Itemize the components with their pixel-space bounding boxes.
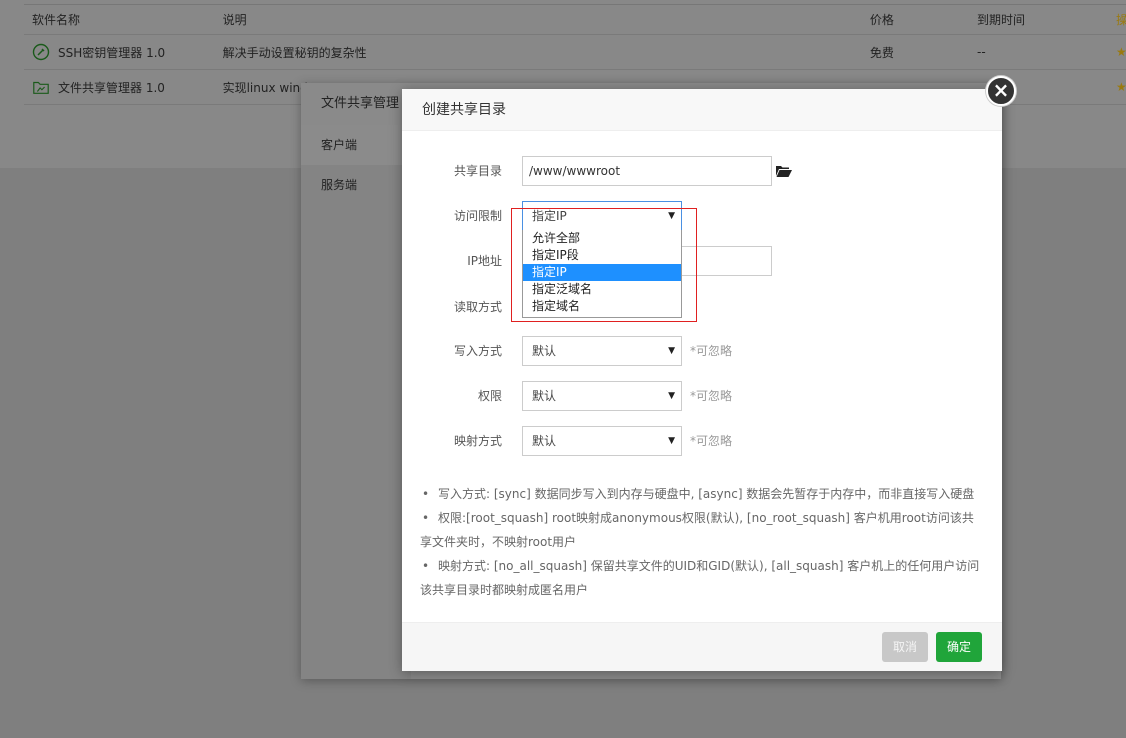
software-price: 免费 xyxy=(869,45,894,60)
access-row: 访问限制 指定IP ▼ xyxy=(402,201,1002,231)
create-share-dialog: 创建共享目录 × 共享目录 /www/wwwroot 访问限制 指定IP ▼ I… xyxy=(402,76,1016,671)
map-label: 映射方式 xyxy=(453,434,502,448)
outer-dialog-title: 文件共享管理 xyxy=(321,96,400,111)
chevron-down-icon: ▼ xyxy=(668,346,675,356)
software-expire: -- xyxy=(977,45,986,59)
read-label: 读取方式 xyxy=(453,300,502,314)
ip-label: IP地址 xyxy=(467,254,502,268)
share-dir-label: 共享目录 xyxy=(453,164,502,178)
chevron-down-icon: ▼ xyxy=(668,436,675,446)
perm-hint: *可忽略 xyxy=(690,389,733,403)
table-header: 软件名称 说明 价格 到期时间 操 xyxy=(24,5,1126,35)
outer-sidebar: 客户端 服务端 xyxy=(301,125,411,679)
notes-list: 写入方式: [sync] 数据同步写入到内存与硬盘中, [async] 数据会先… xyxy=(420,482,980,602)
confirm-button[interactable]: 确定 xyxy=(936,632,983,662)
header-price: 价格 xyxy=(869,13,894,27)
ssh-key-icon xyxy=(32,43,50,61)
file-share-icon xyxy=(32,78,50,96)
header-desc: 说明 xyxy=(222,13,247,27)
write-value: 默认 xyxy=(532,344,557,358)
header-expire: 到期时间 xyxy=(977,13,1026,27)
folder-open-icon[interactable] xyxy=(776,164,792,178)
share-dir-row: 共享目录 /www/wwwroot xyxy=(402,156,1002,186)
sidebar-item-server[interactable]: 服务端 xyxy=(301,165,411,205)
software-desc: 解决手动设置秘钥的复杂性 xyxy=(222,45,367,60)
dialog-title: 创建共享目录 xyxy=(402,89,1002,131)
highlight-box xyxy=(511,208,697,322)
perm-row: 权限 默认 ▼ *可忽略 xyxy=(402,381,1002,411)
write-hint: *可忽略 xyxy=(690,344,733,358)
header-name: 软件名称 xyxy=(32,13,81,27)
star-icon[interactable]: ★ xyxy=(1116,45,1126,59)
share-dir-input[interactable]: /www/wwwroot xyxy=(522,156,772,186)
close-icon[interactable]: × xyxy=(986,76,1016,106)
perm-select[interactable]: 默认 ▼ xyxy=(522,381,682,411)
write-row: 写入方式 默认 ▼ *可忽略 xyxy=(402,336,1002,366)
access-label: 访问限制 xyxy=(453,209,502,223)
ip-row: IP地址 xyxy=(402,246,1002,276)
cancel-button[interactable]: 取消 xyxy=(882,632,929,662)
read-row: 读取方式 xyxy=(402,292,1002,322)
map-hint: *可忽略 xyxy=(690,434,733,448)
note-item: 写入方式: [sync] 数据同步写入到内存与硬盘中, [async] 数据会先… xyxy=(420,482,980,506)
software-name[interactable]: 文件共享管理器 1.0 xyxy=(58,79,165,96)
note-item: 映射方式: [no_all_squash] 保留共享文件的UID和GID(默认)… xyxy=(420,554,980,602)
map-row: 映射方式 默认 ▼ *可忽略 xyxy=(402,426,1002,456)
software-name[interactable]: SSH密钥管理器 1.0 xyxy=(58,44,165,61)
sidebar-item-client[interactable]: 客户端 xyxy=(301,125,411,165)
table-row: SSH密钥管理器 1.0 解决手动设置秘钥的复杂性 免费 -- ★ xyxy=(24,35,1126,70)
chevron-down-icon: ▼ xyxy=(668,391,675,401)
map-value: 默认 xyxy=(532,434,557,448)
star-icon[interactable]: ★ xyxy=(1116,80,1126,94)
dialog-footer: 取消 确定 xyxy=(402,622,1002,671)
perm-value: 默认 xyxy=(532,389,557,403)
map-select[interactable]: 默认 ▼ xyxy=(522,426,682,456)
perm-label: 权限 xyxy=(477,389,502,403)
write-select[interactable]: 默认 ▼ xyxy=(522,336,682,366)
write-label: 写入方式 xyxy=(453,344,502,358)
note-item: 权限:[root_squash] root映射成anonymous权限(默认),… xyxy=(420,506,980,554)
header-action: 操 xyxy=(1115,13,1126,27)
